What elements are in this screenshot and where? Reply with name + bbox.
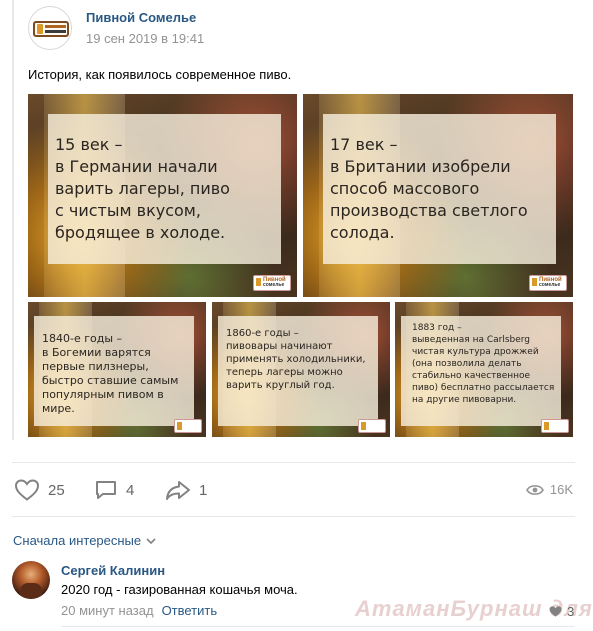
sort-label: Сначала интересные (13, 533, 142, 548)
post-author[interactable]: Пивной Сомелье (86, 10, 196, 25)
wall-post: Пивной Сомелье 19 сен 2019 в 19:41 Истор… (0, 0, 593, 631)
comment-like-button[interactable]: 3 (548, 604, 574, 619)
brand-logo-icon (541, 419, 569, 433)
brand-logo-icon (174, 419, 202, 433)
comment-button[interactable]: 4 (94, 478, 134, 502)
photo-caption: 1883 год – выведенная на Carlsberg чиста… (412, 323, 555, 405)
comment-like-count: 3 (567, 604, 575, 619)
post-text: История, как появилось современное пиво. (28, 67, 292, 82)
share-count: 1 (199, 481, 208, 499)
comment-icon (96, 481, 116, 499)
post-photo-5[interactable]: 1883 год – выведенная на Carlsberg чиста… (395, 302, 573, 437)
post-photo-3[interactable]: 1840-е годы – в Богемии варятся первые п… (28, 302, 206, 437)
comment-text: 2020 год - газированная кошачья моча. (61, 582, 298, 597)
share-button[interactable]: 1 (165, 478, 207, 502)
brand-logo-icon: Пивной сомелье (253, 275, 291, 291)
photo-caption: 1840-е годы – в Богемии варятся первые п… (42, 332, 179, 415)
comments-sort-dropdown[interactable]: Сначала интересные (13, 533, 156, 548)
like-count: 25 (48, 481, 65, 499)
chevron-down-icon (146, 537, 156, 544)
post-photo-1[interactable]: 15 век – в Германии начали варить лагеры… (28, 94, 297, 297)
comment-meta: 20 минут назад Ответить (61, 603, 217, 618)
community-avatar[interactable] (28, 6, 72, 50)
views-counter: 16K (525, 482, 573, 497)
reply-button[interactable]: Ответить (162, 603, 218, 618)
post-left-rule (12, 0, 14, 440)
comment-divider (61, 626, 575, 627)
post-divider (12, 462, 575, 463)
views-count: 16K (549, 482, 573, 497)
photo-caption: 17 век – в Британии изобрели способ масс… (330, 135, 528, 242)
comment-time[interactable]: 20 минут назад (61, 603, 154, 618)
heart-icon (549, 606, 562, 617)
post-date[interactable]: 19 сен 2019 в 19:41 (86, 31, 204, 46)
brand-logo-icon: Пивной сомелье (529, 275, 567, 291)
brand-logo-icon (358, 419, 386, 433)
commenter-avatar[interactable] (12, 561, 50, 599)
comment-author[interactable]: Сергей Калинин (61, 563, 165, 578)
share-icon (166, 481, 190, 500)
heart-icon (14, 479, 40, 501)
comment-count: 4 (126, 481, 135, 499)
actions-divider (12, 516, 575, 517)
post-photo-4[interactable]: 1860-е годы – пивовары начинают применят… (212, 302, 390, 437)
post-photo-2[interactable]: 17 век – в Британии изобрели способ масс… (303, 94, 573, 297)
like-button[interactable]: 25 (14, 478, 65, 502)
community-logo-icon (33, 21, 69, 37)
photo-caption: 15 век – в Германии начали варить лагеры… (55, 135, 230, 242)
eye-icon (525, 484, 544, 495)
photo-caption: 1860-е годы – пивовары начинают применят… (226, 328, 366, 391)
